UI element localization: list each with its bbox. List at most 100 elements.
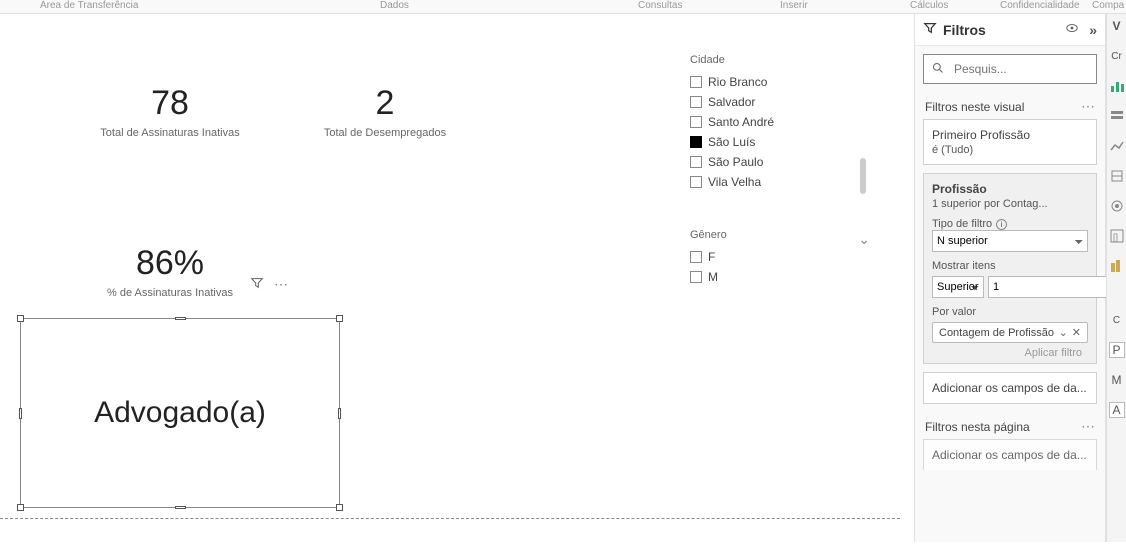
resize-handle[interactable] [336,504,343,511]
add-fields-well-page[interactable]: Adicionar os campos de da... [923,439,1097,470]
mostrar-itens-label: Mostrar itens [932,260,1088,272]
checkbox-icon[interactable] [690,76,702,88]
viz-icon[interactable] [1109,168,1125,184]
slicer-option-label: São Paulo [708,155,763,169]
resize-handle[interactable] [336,315,343,322]
side-item-a[interactable]: A [1109,402,1125,418]
filter-card-primeiro-profissao[interactable]: Primeiro Profissão é (Tudo) [923,119,1097,165]
card-label: % de Assinaturas Inativas [60,287,280,299]
slicer-genero-option[interactable]: M [690,267,860,287]
slicer-cidade-option[interactable]: Rio Branco [690,72,860,92]
checkbox-icon[interactable] [690,271,702,283]
side-label-c: C [1109,312,1125,328]
slicer-cidade-option[interactable]: Salvador [690,92,860,112]
ribbon-label-confidentiality: Confidencialidade [1000,0,1080,11]
filter-card-subtitle: é (Tudo) [932,144,1088,156]
viz-icon[interactable] [1109,108,1125,124]
side-item-p[interactable]: P [1109,342,1125,358]
collapse-pane-icon[interactable]: » [1089,22,1097,38]
card-value: 2 [290,84,480,123]
card-value: 78 [60,84,280,123]
ribbon-label-data: Dados [380,0,409,11]
ribbon-label-insert: Inserir [780,0,808,11]
selected-visual-profession-card[interactable]: Advogado(a) [20,318,340,508]
slicer-cidade-option[interactable]: São Luís [690,132,860,152]
resize-handle[interactable] [175,317,186,320]
ribbon-label-clipboard: Área de Transferência [40,0,138,11]
slicer-option-label: Rio Branco [708,75,767,89]
por-valor-chip[interactable]: Contagem de Profissão ⌄ ✕ [932,322,1088,343]
filters-title: Filtros [943,22,986,38]
scrollbar-thumb[interactable] [860,158,866,194]
section-more-icon[interactable] [1081,98,1095,115]
card-total-inativas[interactable]: 78 Total de Assinaturas Inativas [60,84,280,139]
card-total-desempregados[interactable]: 2 Total de Desempregados [290,84,480,139]
viz-icon[interactable]: [] [1109,228,1125,244]
slicer-cidade-option[interactable]: Vila Velha [690,172,860,192]
slicer-cidade-option[interactable]: São Paulo [690,152,860,172]
checkbox-icon[interactable] [690,176,702,188]
slicer-option-label: Santo André [708,115,774,129]
viz-icon[interactable] [1109,138,1125,154]
slicer-option-label: M [708,270,718,284]
filter-card-subtitle: 1 superior por Contag... [932,198,1088,210]
resize-handle[interactable] [338,408,341,419]
tipo-filtro-label: Tipo de filtro i [932,218,1088,230]
chevron-down-icon[interactable]: ⌄ [858,231,870,248]
info-icon[interactable]: i [996,219,1007,230]
ribbon-group-labels: Área de Transferência Dados Consultas In… [0,0,1126,14]
resize-handle[interactable] [17,504,24,511]
checkbox-icon[interactable] [690,251,702,263]
filters-search[interactable] [923,54,1097,84]
slicer-option-label: Salvador [708,95,755,109]
filter-card-title: Profissão [932,182,1088,196]
tipo-filtro-select[interactable]: N superior [932,230,1088,252]
chevron-down-icon[interactable]: ⌄ [1059,326,1068,339]
section-more-icon[interactable] [1081,418,1095,435]
chip-label: Contagem de Profissão [939,327,1054,339]
card-pct-inativas[interactable]: 86% % de Assinaturas Inativas [60,244,280,299]
search-icon [932,62,944,77]
slicer-option-label: São Luís [708,135,755,149]
slicer-cidade[interactable]: Cidade Rio BrancoSalvadorSanto AndréSão … [690,54,860,192]
card-label: Total de Desempregados [290,127,480,139]
apply-filter-link[interactable]: Aplicar filtro [932,343,1088,359]
eye-icon[interactable] [1065,21,1079,38]
slicer-genero[interactable]: Gênero ⌄ FM [690,229,860,287]
remove-chip-icon[interactable]: ✕ [1072,326,1081,339]
viz-icon[interactable] [1109,258,1125,274]
viz-icon[interactable] [1109,78,1125,94]
filters-pane-header: Filtros » [915,14,1105,46]
filter-card-title: Primeiro Profissão [932,128,1088,142]
more-options-icon[interactable] [274,276,288,293]
visualizations-pane-toggle[interactable]: V [1109,18,1125,34]
resize-handle[interactable] [17,315,24,322]
checkbox-icon[interactable] [690,96,702,108]
svg-text:[]: [] [1113,232,1118,242]
right-collapsed-strip: V Cr [] C P M A [1106,14,1126,542]
filters-search-input[interactable] [952,61,1088,77]
filter-card-profissao[interactable]: Profissão 1 superior por Contag... Tipo … [923,173,1097,364]
create-label: Cr [1109,48,1125,64]
page-boundary-dashed [0,518,900,519]
profession-value: Advogado(a) [94,396,266,430]
resize-handle[interactable] [175,506,186,509]
add-fields-well[interactable]: Adicionar os campos de da... [923,372,1097,404]
card-label: Total de Assinaturas Inativas [60,127,280,139]
slicer-title: Gênero [690,229,860,241]
side-item-m[interactable]: M [1109,372,1125,388]
report-canvas[interactable]: 78 Total de Assinaturas Inativas 2 Total… [0,14,900,545]
resize-handle[interactable] [19,408,22,419]
mostrar-itens-select[interactable]: Superior [932,276,984,298]
funnel-icon [923,21,937,38]
checkbox-icon[interactable] [690,116,702,128]
checkbox-icon[interactable] [690,156,702,168]
slicer-option-label: Vila Velha [708,175,761,189]
checkbox-icon[interactable] [690,136,702,148]
viz-icon[interactable] [1109,198,1125,214]
ribbon-label-queries: Consultas [638,0,682,11]
filter-icon[interactable] [250,276,264,293]
slicer-cidade-option[interactable]: Santo André [690,112,860,132]
slicer-genero-option[interactable]: F [690,247,860,267]
filters-section-page-label: Filtros nesta página [915,412,1105,439]
